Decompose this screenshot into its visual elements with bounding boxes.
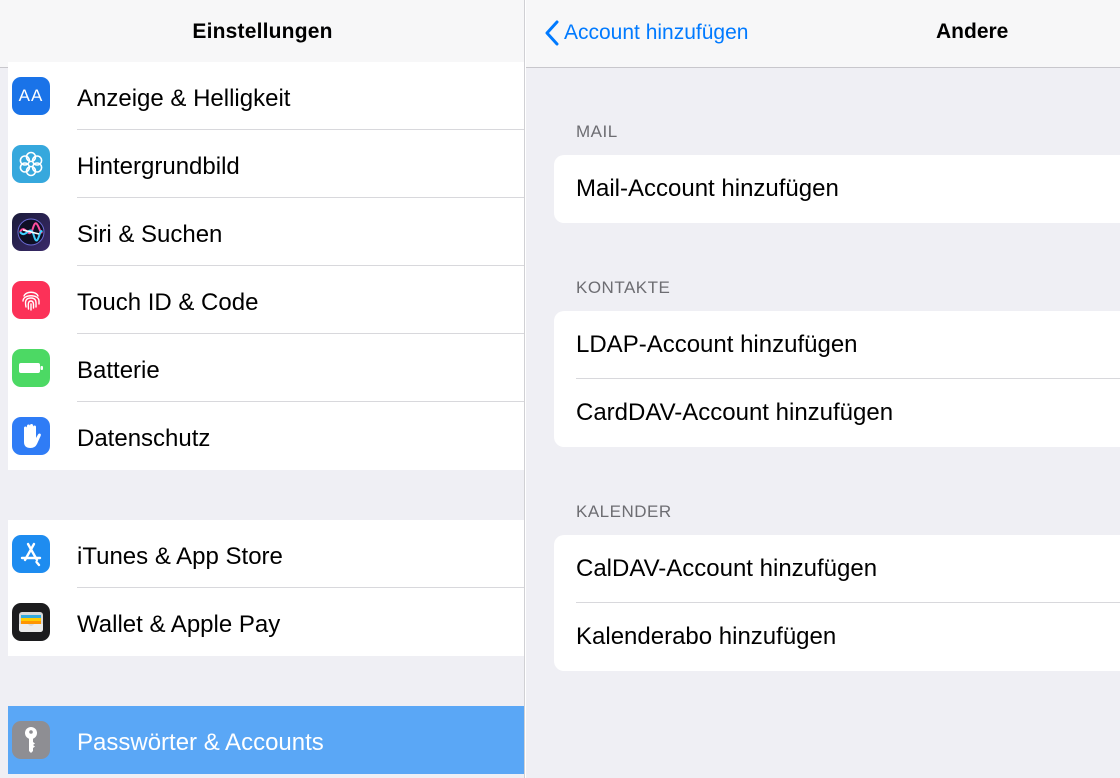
siri-icon bbox=[12, 213, 50, 251]
sidebar-item-battery[interactable]: Batterie bbox=[8, 334, 524, 402]
sidebar-item-app-store[interactable]: iTunes & App Store bbox=[8, 520, 524, 588]
section-header-mail: MAIL bbox=[576, 122, 618, 141]
sidebar-group-accounts: Passwörter & Accounts bbox=[8, 706, 524, 774]
sidebar-title: Einstellungen bbox=[192, 20, 333, 43]
list-item-label: LDAP-Account hinzufügen bbox=[576, 331, 858, 358]
display-brightness-icon: AA bbox=[12, 77, 50, 115]
list-item-add-mail-account[interactable]: Mail-Account hinzufügen bbox=[554, 155, 1120, 223]
sidebar-item-label: Datenschutz bbox=[77, 425, 211, 452]
sidebar-item-wallpaper[interactable]: Hintergrundbild bbox=[8, 130, 524, 198]
sidebar-group-display: AA Anzeige & Helligkeit Hintergrundbild … bbox=[8, 62, 524, 470]
list-item-label: Kalenderabo hinzufügen bbox=[576, 623, 837, 650]
list-item-add-carddav-account[interactable]: CardDAV-Account hinzufügen bbox=[554, 379, 1120, 447]
settings-sidebar: Einstellungen AA Anzeige & Helligkeit Hi… bbox=[0, 0, 525, 778]
detail-navigation-bar: Account hinzufügen Andere bbox=[526, 0, 1120, 68]
back-button[interactable]: Account hinzufügen bbox=[544, 17, 748, 49]
sidebar-item-label: Touch ID & Code bbox=[77, 289, 259, 316]
sidebar-item-label: Anzeige & Helligkeit bbox=[77, 85, 291, 112]
section-header-contacts: KONTAKTE bbox=[576, 278, 671, 297]
sidebar-item-passwords-accounts[interactable]: Passwörter & Accounts bbox=[8, 706, 524, 774]
touch-id-icon bbox=[12, 281, 50, 319]
back-button-label: Account hinzufügen bbox=[564, 21, 749, 44]
wallpaper-icon bbox=[12, 145, 50, 183]
section-group-contacts: LDAP-Account hinzufügen CardDAV-Account … bbox=[554, 311, 1120, 447]
section-header-calendar: KALENDER bbox=[576, 502, 672, 521]
sidebar-item-label: Hintergrundbild bbox=[77, 153, 240, 180]
battery-icon bbox=[12, 349, 50, 387]
settings-app: Einstellungen AA Anzeige & Helligkeit Hi… bbox=[0, 0, 1120, 778]
sidebar-item-label: Passwörter & Accounts bbox=[77, 729, 324, 756]
sidebar-item-touch-id[interactable]: Touch ID & Code bbox=[8, 266, 524, 334]
list-item-label: Mail-Account hinzufügen bbox=[576, 175, 839, 202]
sidebar-item-label: Batterie bbox=[77, 357, 160, 384]
sidebar-navigation-bar: Einstellungen bbox=[0, 0, 524, 68]
sidebar-item-privacy[interactable]: Datenschutz bbox=[8, 402, 524, 470]
list-item-label: CalDAV-Account hinzufügen bbox=[576, 555, 878, 582]
sidebar-item-siri[interactable]: Siri & Suchen bbox=[8, 198, 524, 266]
sidebar-item-label: Siri & Suchen bbox=[77, 221, 223, 248]
sidebar-item-display-brightness[interactable]: AA Anzeige & Helligkeit bbox=[8, 62, 524, 130]
key-icon bbox=[12, 721, 50, 759]
chevron-left-icon bbox=[545, 20, 559, 46]
list-item-add-ldap-account[interactable]: LDAP-Account hinzufügen bbox=[554, 311, 1120, 379]
app-store-icon bbox=[12, 535, 50, 573]
sidebar-group-store: iTunes & App Store Wallet & Apple Pay bbox=[8, 520, 524, 656]
list-item-label: CardDAV-Account hinzufügen bbox=[576, 399, 894, 426]
list-item-add-calendar-subscription[interactable]: Kalenderabo hinzufügen bbox=[554, 603, 1120, 671]
sidebar-item-label: iTunes & App Store bbox=[77, 543, 283, 570]
section-group-mail: Mail-Account hinzufügen bbox=[554, 155, 1120, 223]
list-item-add-caldav-account[interactable]: CalDAV-Account hinzufügen bbox=[554, 535, 1120, 603]
detail-pane: Account hinzufügen Andere MAIL Mail-Acco… bbox=[526, 0, 1120, 778]
section-group-calendar: CalDAV-Account hinzufügen Kalenderabo hi… bbox=[554, 535, 1120, 671]
wallet-icon bbox=[12, 603, 50, 641]
sidebar-item-wallet[interactable]: Wallet & Apple Pay bbox=[8, 588, 524, 656]
page-title: Andere bbox=[936, 20, 1009, 43]
privacy-hand-icon bbox=[12, 417, 50, 455]
sidebar-item-label: Wallet & Apple Pay bbox=[77, 611, 281, 638]
